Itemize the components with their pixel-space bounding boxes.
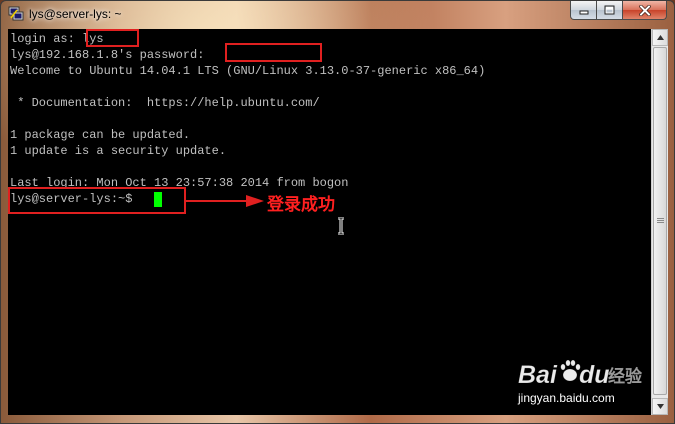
terminal-line-password: lys@192.168.1.8's password: [10,48,205,62]
grip-line [657,220,664,221]
terminal-line-welcome: Welcome to Ubuntu 14.04.1 LTS (GNU/Linux… [10,64,486,78]
arrow-down-icon [656,404,664,409]
maximize-icon [604,5,615,15]
baidu-watermark: Bai du 经验 jingyan.baidu.com [516,353,646,409]
minimize-icon [579,10,588,15]
arrow-right-icon [186,195,264,207]
arrow-up-icon [656,35,664,40]
annotation-box-password [225,43,322,62]
svg-text:du: du [579,361,610,389]
caption-buttons [570,1,667,21]
close-button[interactable] [623,1,667,20]
scroll-thumb[interactable] [653,47,667,395]
scroll-down-button[interactable] [652,398,668,415]
title-bar[interactable]: lys@server-lys: ~ [1,1,674,27]
svg-text:Bai: Bai [518,361,558,389]
svg-text:经验: 经验 [608,366,643,387]
terminal-line-documentation: * Documentation: https://help.ubuntu.com… [10,96,320,110]
scroll-up-button[interactable] [652,29,668,46]
maximize-button[interactable] [597,1,623,20]
window-title: lys@server-lys: ~ [29,7,122,21]
putty-icon [8,6,24,21]
terminal-line-security: 1 update is a security update. [10,144,227,158]
vertical-scrollbar[interactable] [651,29,668,415]
baidu-logo: Bai du 经验 [518,359,643,389]
ibeam-cursor-icon [338,217,344,235]
terminal-line-packages: 1 package can be updated. [10,128,191,142]
watermark-url: jingyan.baidu.com [518,391,615,405]
grip-line [657,218,664,219]
annotation-label: 登录成功 [267,195,335,215]
grip-line [657,222,664,223]
minimize-button[interactable] [570,1,597,20]
annotation-box-prompt [8,187,186,214]
annotation-box-username [86,29,139,47]
close-icon [638,4,651,16]
putty-window: lys@server-lys: ~ login as: lys lys@192.… [0,0,675,424]
